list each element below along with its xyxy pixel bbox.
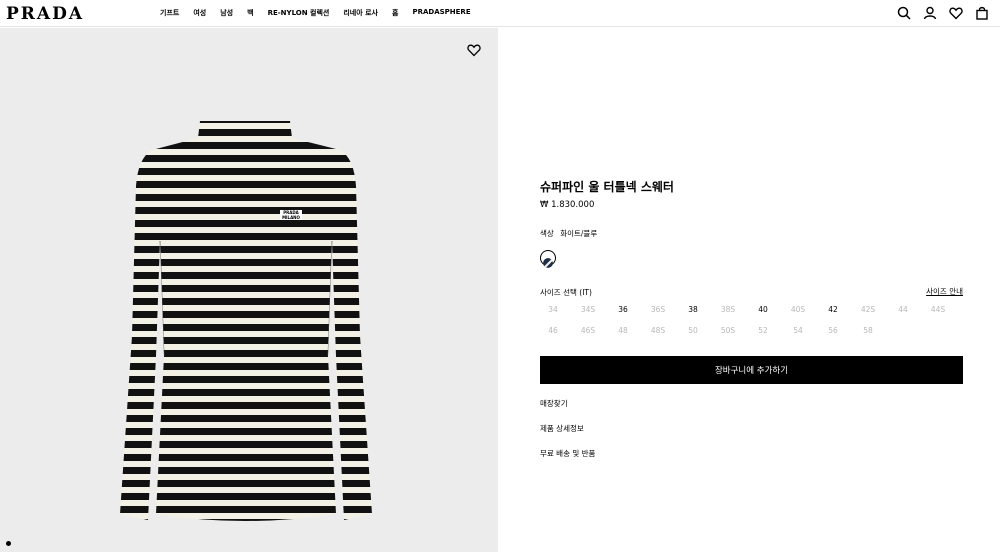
size-option[interactable]: 36 <box>609 305 637 314</box>
color-swatch-fill <box>543 258 553 268</box>
size-option[interactable]: 48S <box>644 326 672 335</box>
prada-logo[interactable]: PRADA <box>6 4 84 24</box>
size-option[interactable]: 52 <box>749 326 777 335</box>
product-details-link[interactable]: 제품 상세정보 <box>540 423 584 434</box>
color-value: 화이트/블루 <box>560 229 598 238</box>
nav-item-pradasphere[interactable]: PRADASPHERE <box>412 8 470 18</box>
nav-item-men[interactable]: 남성 <box>220 8 233 18</box>
size-option[interactable]: 38S <box>714 305 742 314</box>
size-option[interactable]: 40 <box>749 305 777 314</box>
nav-item-bags[interactable]: 백 <box>247 8 253 18</box>
garment-logo-patch: PRADA MILANO <box>280 210 302 220</box>
size-option[interactable]: 40S <box>784 305 812 314</box>
product-image-pane: PRADA MILANO <box>0 28 498 552</box>
striped-sweater-image <box>120 121 372 521</box>
color-info: 색상 화이트/블루 <box>540 228 597 239</box>
size-option[interactable]: 42 <box>819 305 847 314</box>
main-nav: 기프트 여성 남성 백 RE-NYLON 컬렉션 리네아 로사 홈 PRADAS… <box>160 8 471 18</box>
carousel-dot[interactable] <box>6 541 11 546</box>
nav-item-linea-rossa[interactable]: 리네아 로사 <box>343 8 378 18</box>
product-details: 슈퍼파인 울 터틀넥 스웨터 ₩ 1.830.000 색상 화이트/블루 사이즈… <box>540 0 963 552</box>
size-guide-link[interactable]: 사이즈 안내 <box>926 286 963 297</box>
color-label: 색상 <box>540 229 554 238</box>
size-option[interactable]: 42S <box>854 305 882 314</box>
size-option[interactable]: 54 <box>784 326 812 335</box>
add-to-cart-button[interactable]: 장바구니에 추가하기 <box>540 356 963 384</box>
free-shipping-returns-link[interactable]: 무료 배송 및 반품 <box>540 448 595 459</box>
size-option[interactable]: 50S <box>714 326 742 335</box>
size-option[interactable]: 50 <box>679 326 707 335</box>
size-option[interactable]: 36S <box>644 305 672 314</box>
color-swatch[interactable] <box>540 250 556 268</box>
size-select-label: 사이즈 선택 (IT) <box>540 288 592 297</box>
find-store-link[interactable]: 매장찾기 <box>540 398 568 409</box>
size-option[interactable]: 56 <box>819 326 847 335</box>
size-option[interactable]: 48 <box>609 326 637 335</box>
nav-item-women[interactable]: 여성 <box>193 8 206 18</box>
size-option[interactable]: 46 <box>539 326 567 335</box>
size-option[interactable]: 34 <box>539 305 567 314</box>
nav-item-gift[interactable]: 기프트 <box>160 8 179 18</box>
size-option[interactable]: 44 <box>889 305 917 314</box>
heart-icon[interactable] <box>467 42 483 58</box>
size-option[interactable]: 44S <box>924 305 952 314</box>
nav-item-re-nylon[interactable]: RE-NYLON 컬렉션 <box>268 8 330 18</box>
garment-logo-subtext: MILANO <box>282 215 300 220</box>
product-price: ₩ 1.830.000 <box>540 200 595 210</box>
size-option[interactable]: 58 <box>854 326 882 335</box>
product-title: 슈퍼파인 울 터틀넥 스웨터 <box>540 180 674 194</box>
nav-item-home[interactable]: 홈 <box>392 8 398 18</box>
shopping-bag-icon[interactable] <box>974 5 990 21</box>
size-option[interactable]: 46S <box>574 326 602 335</box>
size-option[interactable]: 34S <box>574 305 602 314</box>
size-option[interactable]: 38 <box>679 305 707 314</box>
